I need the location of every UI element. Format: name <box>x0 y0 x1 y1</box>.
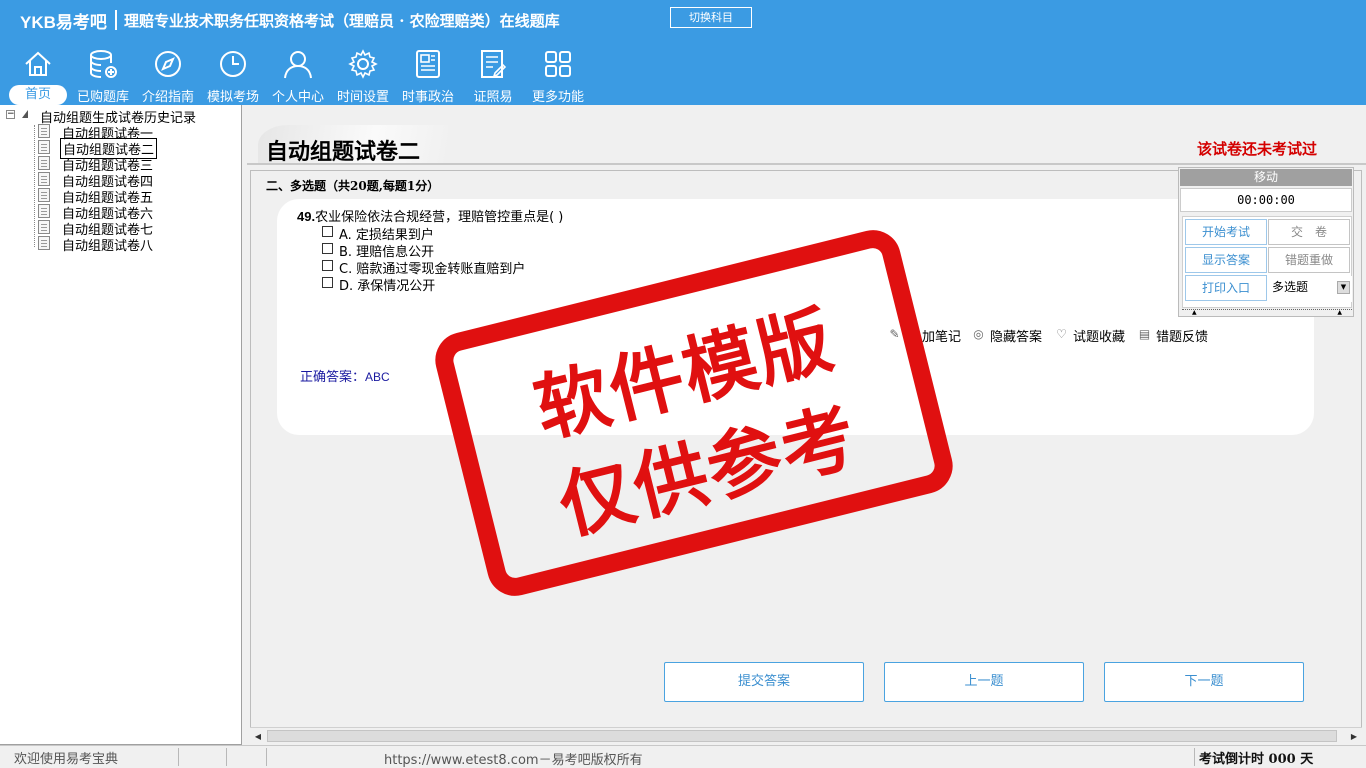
nav-purchased-banks-label: 已购题库 <box>76 90 129 105</box>
app-logo: YKB易考吧 <box>20 13 107 32</box>
home-icon <box>25 51 51 76</box>
switch-subject-button[interactable]: 切换科目 <box>670 7 752 28</box>
nav-more-functions[interactable]: 更多功能 <box>525 46 591 105</box>
option-checkbox[interactable] <box>322 260 333 271</box>
correct-answer-label: 正确答案： <box>300 370 366 385</box>
tree-connector <box>34 125 35 247</box>
correct-answer: 正确答案：ABC <box>300 366 390 385</box>
gear-icon <box>348 49 378 79</box>
user-icon <box>284 51 312 79</box>
option-checkbox[interactable] <box>322 226 333 237</box>
error-feedback-label: 错题反馈 <box>1156 330 1209 345</box>
document-icon <box>38 204 50 218</box>
nav-time-settings[interactable]: 时间设置 <box>330 46 396 105</box>
document-icon <box>38 236 50 250</box>
logo-divider <box>115 10 117 30</box>
exam-countdown: 考试倒计时 000 天 <box>1199 752 1314 767</box>
scroll-up-icon[interactable]: ▲ <box>1337 309 1342 316</box>
correct-answer-value: ABC <box>365 370 390 384</box>
nav-purchased-banks[interactable]: 已购题库 <box>70 46 136 105</box>
compass-icon <box>155 51 181 77</box>
status-divider <box>1194 748 1195 766</box>
status-bar: 欢迎使用易考宝典 https://www.etest8.com－易考吧版权所有 … <box>0 745 1366 768</box>
nav-certificates-label: 证照易 <box>473 90 513 105</box>
nav-home-label: 首页 <box>9 85 67 105</box>
question-text: 49.农业保险依法合规经营，理赔管控重点是( ) <box>297 206 563 225</box>
horizontal-scrollbar[interactable]: ◀ ▶ <box>250 727 1362 744</box>
option-checkbox[interactable] <box>322 243 333 254</box>
submit-answer-button[interactable]: 提交答案 <box>664 662 864 702</box>
exam-status: 该试卷还未考试过 <box>1197 140 1318 158</box>
status-welcome: 欢迎使用易考宝典 <box>14 752 119 767</box>
document-icon <box>38 188 50 202</box>
scroll-right-icon[interactable]: ▶ <box>1346 729 1362 744</box>
scroll-left-icon[interactable]: ◀ <box>250 729 266 744</box>
document-icon <box>38 140 50 154</box>
heart-icon: ♡ <box>1056 327 1067 341</box>
hand-in-button[interactable]: 交 卷 <box>1268 219 1350 245</box>
next-question-button[interactable]: 下一题 <box>1104 662 1304 702</box>
nav-time-settings-label: 时间设置 <box>336 90 389 105</box>
timer-display: 00:00:00 <box>1180 188 1352 212</box>
eye-icon: ◎ <box>973 327 984 341</box>
question-number: 49. <box>297 209 316 224</box>
question-stem: 农业保险依法合规经营，理赔管控重点是( ) <box>315 210 564 225</box>
nav-personal-center[interactable]: 个人中心 <box>265 46 331 105</box>
timer-scroll-track[interactable]: ▲ ▲ <box>1182 309 1352 316</box>
document-icon <box>38 172 50 186</box>
nav-certificates[interactable]: 证照易 <box>460 46 526 105</box>
grid-icon <box>545 51 571 77</box>
previous-question-button[interactable]: 上一题 <box>884 662 1084 702</box>
option-label: D. 承保情况公开 <box>339 279 436 294</box>
paper-history-tree: − 自动组题生成试卷历史记录 自动组题试卷一 自动组题试卷二 自动组题试卷三 自… <box>0 105 242 745</box>
nav-mock-exam-label: 模拟考场 <box>206 90 259 105</box>
document-icon <box>38 124 50 138</box>
status-copyright: https://www.etest8.com－易考吧版权所有 <box>384 753 643 768</box>
show-answer-button[interactable]: 显示答案 <box>1185 247 1267 273</box>
redo-wrong-button[interactable]: 错题重做 <box>1268 247 1350 273</box>
document-icon <box>38 156 50 170</box>
timer-move-handle[interactable]: 移动 <box>1180 169 1352 186</box>
scrollbar-thumb[interactable] <box>267 730 1337 742</box>
hide-answer-label: 隐藏答案 <box>990 330 1043 345</box>
nav-home[interactable]: 首页 <box>5 46 71 105</box>
status-divider <box>178 748 179 766</box>
document-icon <box>38 220 50 234</box>
status-divider <box>226 748 227 766</box>
chevron-down-icon[interactable]: ▼ <box>1337 281 1350 294</box>
tree-item-label: 自动组题试卷八 <box>62 239 154 254</box>
status-divider <box>266 748 267 766</box>
question-type-select[interactable]: 多选题 ▼ <box>1270 276 1352 302</box>
clock-icon <box>220 51 246 77</box>
tree-root-icon <box>22 110 28 118</box>
nav-current-affairs-label: 时事政治 <box>401 90 454 105</box>
title-divider <box>247 163 1366 165</box>
checklist-icon <box>481 50 507 78</box>
favorite-question-label: 试题收藏 <box>1073 330 1126 345</box>
option-checkbox[interactable] <box>322 277 333 288</box>
nav-guide-label: 介绍指南 <box>141 90 194 105</box>
print-entry-button[interactable]: 打印入口 <box>1185 275 1267 301</box>
start-exam-button[interactable]: 开始考试 <box>1185 219 1267 245</box>
nav-more-functions-label: 更多功能 <box>531 90 584 105</box>
app-title: 理赔专业技术职务任职资格考试（理赔员 · 农险理赔类）在线题库 <box>124 12 560 30</box>
nav-guide[interactable]: 介绍指南 <box>135 46 201 105</box>
database-icon <box>90 50 117 78</box>
nav-mock-exam[interactable]: 模拟考场 <box>200 46 266 105</box>
nav-current-affairs[interactable]: 时事政治 <box>395 46 461 105</box>
collapse-icon[interactable]: − <box>6 110 15 119</box>
section-heading: 二、多选题（共20题,每题1分） <box>266 179 440 193</box>
newspaper-icon <box>416 50 440 78</box>
app-header: YKB易考吧 理赔专业技术职务任职资格考试（理赔员 · 农险理赔类）在线题库 切… <box>0 0 1366 105</box>
scroll-up-icon[interactable]: ▲ <box>1192 309 1197 316</box>
add-note-label: 加笔记 <box>922 330 962 345</box>
feedback-icon: ▤ <box>1138 327 1151 341</box>
paper-title: 自动组题试卷二 <box>266 139 421 165</box>
question-type-value: 多选题 <box>1272 280 1309 294</box>
nav-personal-center-label: 个人中心 <box>271 90 324 105</box>
